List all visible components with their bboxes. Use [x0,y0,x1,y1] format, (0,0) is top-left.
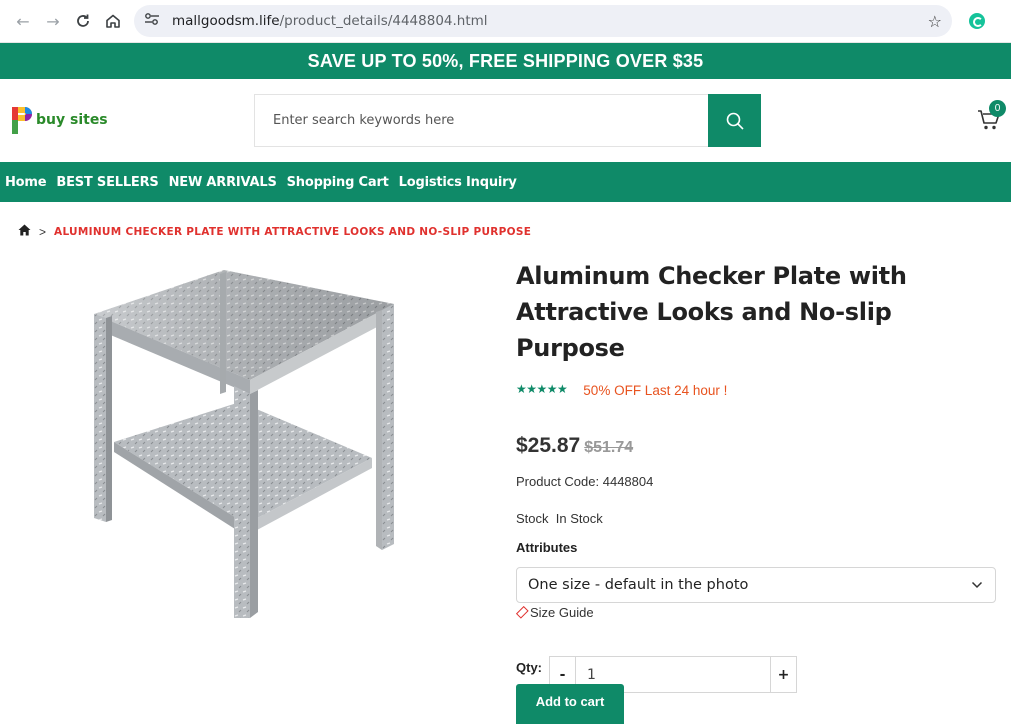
site-logo[interactable]: buy sites [10,105,108,135]
nav-new-arrivals[interactable]: NEW ARRIVALS [169,175,277,190]
extension-icon[interactable] [962,6,992,36]
rating-row: ★★★★★ 50% OFF Last 24 hour ! [516,380,1001,398]
current-price: $25.87 [516,434,581,457]
promo-banner: SAVE UP TO 50%, FREE SHIPPING OVER $35 [0,43,1011,79]
search-bar [254,94,761,147]
search-button[interactable] [708,94,761,147]
back-arrow-icon[interactable]: ← [8,6,38,36]
search-icon [726,112,744,130]
search-input[interactable] [254,94,708,147]
url-text: mallgoodsm.life/product_details/4448804.… [172,13,488,29]
attributes-label: Attributes [516,540,578,555]
bookmark-star-icon[interactable]: ☆ [928,12,942,31]
product-code: Product Code: 4448804 [516,474,654,489]
logo-mark [10,105,32,135]
rating-stars: ★★★★★ [516,382,568,396]
nav-logistics-inquiry[interactable]: Logistics Inquiry [399,175,517,190]
reload-icon[interactable] [68,6,98,36]
original-price: $51.74 [584,439,634,456]
nav-shopping-cart[interactable]: Shopping Cart [287,175,389,190]
qty-plus-button[interactable]: + [770,657,796,692]
nav-best-sellers[interactable]: BEST SELLERS [56,175,158,190]
stock-status: Stock In Stock [516,511,603,526]
qty-label: Qty: [516,660,542,675]
breadcrumb-current: ALUMINUM CHECKER PLATE WITH ATTRACTIVE L… [54,226,532,238]
site-header: buy sites 0 [0,79,1011,162]
product-image[interactable] [50,262,450,622]
chevron-down-icon [971,581,983,589]
address-bar[interactable]: mallgoodsm.life/product_details/4448804.… [134,5,952,37]
main-nav: Home BEST SELLERS NEW ARRIVALS Shopping … [0,162,1011,202]
home-icon[interactable] [98,6,128,36]
discount-text: 50% OFF Last 24 hour ! [583,383,728,398]
product-title: Aluminum Checker Plate with Attractive Lo… [516,262,907,362]
product-info: Aluminum Checker Plate with Attractive Lo… [516,258,1001,693]
size-guide-tag-icon [516,605,529,619]
add-to-cart-button[interactable]: Add to cart [516,684,624,724]
breadcrumb: > ALUMINUM CHECKER PLATE WITH ATTRACTIVE… [18,223,531,241]
browser-toolbar: ← → mallgoodsm.life/product_details/4448… [0,0,1011,43]
attribute-selected-value: One size - default in the photo [528,577,749,593]
breadcrumb-separator: > [39,225,47,239]
logo-text: buy sites [36,112,108,128]
forward-arrow-icon[interactable]: → [38,6,68,36]
cart-button[interactable]: 0 [977,100,1006,135]
price-row: $25.87 $51.74 [516,434,1001,458]
breadcrumb-home-icon[interactable] [18,223,31,241]
site-settings-icon[interactable] [144,12,164,30]
nav-home[interactable]: Home [5,175,47,190]
size-guide-link[interactable]: Size Guide [516,605,1001,620]
attribute-select[interactable]: One size - default in the photo [516,567,996,603]
cart-count-badge: 0 [989,100,1006,117]
